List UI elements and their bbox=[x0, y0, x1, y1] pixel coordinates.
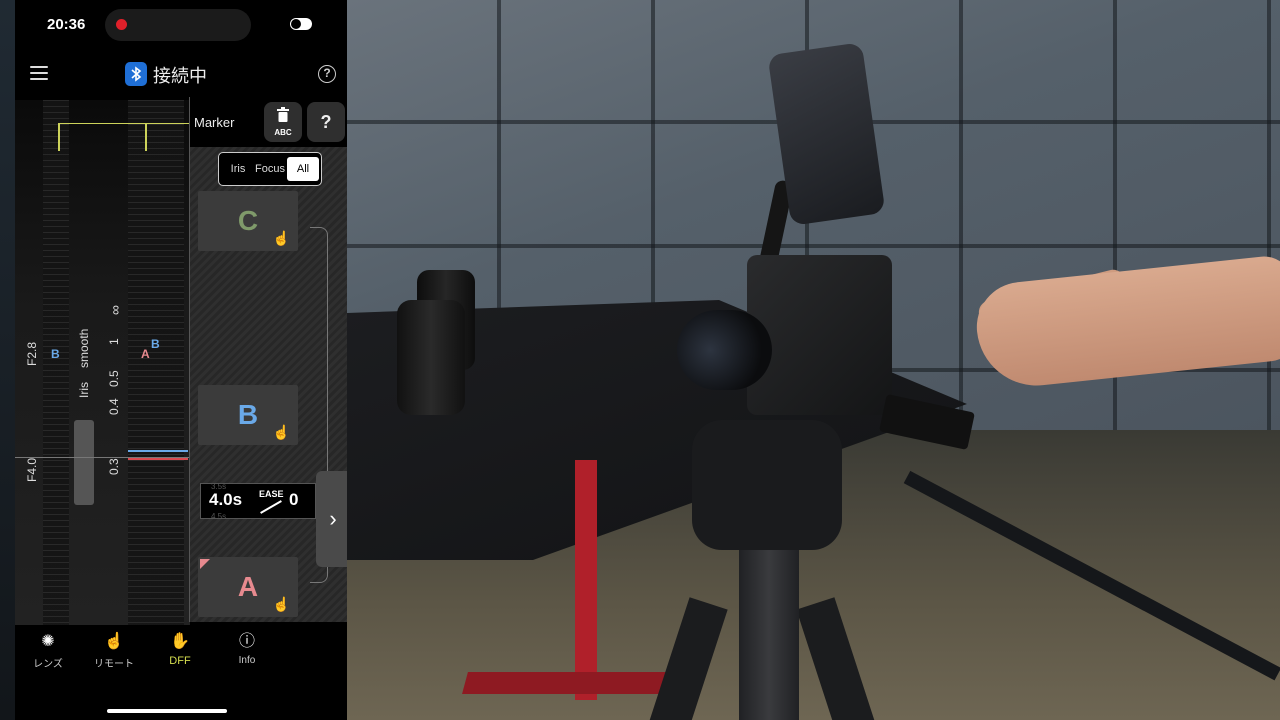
tripod-head bbox=[692, 420, 842, 550]
smooth-label: smooth bbox=[77, 328, 91, 368]
lens-track-area[interactable]: F2.8 F4.0 Iris smooth ∞ 1 0.5 0.4 0.3 B … bbox=[15, 100, 190, 625]
touch-icon: ☝ bbox=[272, 424, 290, 440]
ease-value: 0 bbox=[289, 490, 299, 509]
touch-icon: ☝ bbox=[272, 596, 290, 612]
marker-panel-header: Marker ABC ? bbox=[190, 97, 347, 147]
recording-dot-icon bbox=[116, 19, 127, 30]
smooth-pill bbox=[74, 420, 94, 505]
marker-a-line bbox=[128, 458, 188, 460]
marker-a-tag: A bbox=[141, 347, 150, 361]
tab-dff[interactable]: ✋ DFF bbox=[145, 631, 215, 667]
marker-bracket bbox=[58, 123, 190, 153]
marker-panel: Marker ABC ? Iris Focus All C ☝ B ☝ 3.5s… bbox=[189, 97, 347, 622]
touch-icon: ☝ bbox=[272, 230, 290, 246]
iris-marker-b-tag: B bbox=[51, 347, 60, 361]
iris-label: Iris bbox=[77, 382, 91, 398]
camera-lens bbox=[677, 310, 772, 390]
phone-app: 20:36 接続中 ? F2.8 F4.0 Iris smooth ∞ 1 0.… bbox=[15, 0, 347, 720]
tab-bar: ✺ レンズ ☝ リモート ✋ DFF ⓘ Info bbox=[15, 625, 347, 720]
clear-label: ABC bbox=[274, 128, 292, 137]
clear-markers-button[interactable]: ABC bbox=[264, 102, 302, 142]
focus-scale-infinity: ∞ bbox=[107, 305, 123, 315]
marker-help-button[interactable]: ? bbox=[307, 102, 345, 142]
marker-b-line bbox=[128, 450, 188, 452]
transition-settings[interactable]: 3.5s 4.0s 4.5s EASE 0 bbox=[200, 482, 316, 521]
focus-scale-04: 0.4 bbox=[107, 398, 121, 415]
aperture-icon: ✺ bbox=[41, 633, 55, 650]
tab-dff-label: DFF bbox=[169, 655, 191, 667]
segment-all[interactable]: All bbox=[287, 157, 319, 181]
screen: 20:36 接続中 ? F2.8 F4.0 Iris smooth ∞ 1 0.… bbox=[0, 0, 1280, 720]
tab-remote-label: リモート bbox=[94, 659, 134, 670]
menu-icon[interactable] bbox=[30, 66, 48, 80]
touch-icon: ☝ bbox=[104, 633, 124, 650]
lens-front bbox=[397, 300, 465, 415]
status-time: 20:36 bbox=[47, 16, 86, 33]
hand-icon: ✋ bbox=[170, 633, 190, 650]
left-edge-strip bbox=[0, 0, 15, 720]
duration-value: 4.0s bbox=[209, 490, 243, 509]
segment-focus[interactable]: Focus bbox=[253, 157, 287, 181]
focus-scale-05: 0.5 bbox=[107, 370, 121, 387]
marker-pad-b[interactable]: B ☝ bbox=[198, 385, 298, 445]
connection-status: 接続中 bbox=[153, 66, 207, 86]
duration-next: 4.5s bbox=[211, 512, 227, 521]
marker-title: Marker bbox=[194, 115, 235, 130]
table-foot bbox=[462, 672, 678, 694]
tab-info[interactable]: ⓘ Info bbox=[212, 631, 282, 666]
focus-scale-1: 1 bbox=[107, 338, 121, 345]
segment-iris[interactable]: Iris bbox=[223, 157, 253, 181]
tripod-column bbox=[739, 545, 799, 720]
focus-scale-03: 0.3 bbox=[107, 458, 121, 475]
marker-bracket-left bbox=[58, 123, 60, 151]
fstop-upper-label: F2.8 bbox=[25, 341, 39, 366]
tab-lens-label: レンズ bbox=[33, 659, 63, 670]
marker-pad-c[interactable]: C ☝ bbox=[198, 191, 298, 251]
target-segmented-control: Iris Focus All bbox=[218, 152, 322, 186]
tab-lens[interactable]: ✺ レンズ bbox=[15, 631, 83, 670]
help-icon[interactable]: ? bbox=[318, 65, 336, 83]
marker-pad-a[interactable]: A ☝ bbox=[198, 557, 298, 617]
info-icon: ⓘ bbox=[238, 633, 255, 650]
battery-toggle-icon bbox=[290, 18, 312, 30]
tab-remote[interactable]: ☝ リモート bbox=[79, 631, 149, 670]
trash-icon bbox=[277, 107, 289, 122]
tab-info-label: Info bbox=[238, 655, 256, 666]
status-bar: 20:36 bbox=[15, 0, 347, 50]
marker-b-tag: B bbox=[151, 337, 160, 351]
expand-panel-button[interactable]: › bbox=[316, 471, 347, 567]
bluetooth-icon bbox=[125, 62, 147, 86]
camera-photo-backdrop bbox=[347, 0, 1280, 720]
home-indicator[interactable] bbox=[107, 709, 227, 713]
table-leg bbox=[575, 460, 597, 700]
fstop-lower-label: F4.0 bbox=[25, 457, 39, 482]
ease-label: EASE bbox=[259, 489, 284, 499]
focus-scale bbox=[128, 100, 184, 625]
marker-bracket-mid bbox=[145, 123, 147, 151]
dynamic-island bbox=[105, 9, 251, 41]
ease-curve-icon bbox=[260, 500, 282, 514]
iris-scale bbox=[43, 100, 69, 625]
app-header: 接続中 ? bbox=[15, 54, 347, 94]
